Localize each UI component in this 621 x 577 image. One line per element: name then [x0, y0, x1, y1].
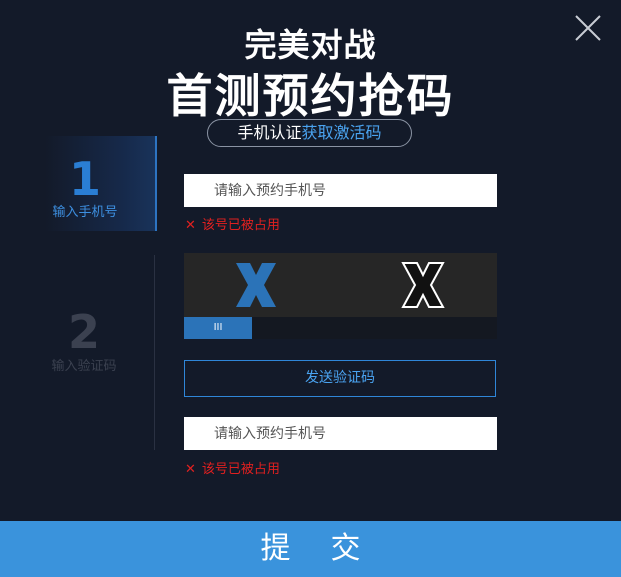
phone-input[interactable] — [184, 174, 497, 207]
step-1-number: 1 — [68, 152, 101, 206]
phone-error-text: 该号已被占用 — [201, 218, 280, 233]
code-input[interactable] — [184, 417, 497, 450]
captcha-slider-handle[interactable]: III — [184, 317, 252, 339]
submit-button[interactable]: 提交 — [0, 521, 621, 577]
step-2-label: 输入验证码 — [51, 359, 117, 374]
step-2-number: 2 — [67, 305, 100, 359]
subtitle-phone-auth: 手机认证 — [237, 123, 302, 142]
subtitle-get-code: 获取激活码 — [301, 123, 382, 142]
captcha-target-slot — [401, 262, 445, 308]
title-main: 首测预约抢码 — [166, 69, 455, 123]
code-error: ✕ 该号已被占用 — [185, 458, 280, 477]
captcha-puzzle-piece — [236, 263, 276, 307]
error-x-icon: ✕ — [185, 218, 196, 233]
step-1: 1 输入手机号 — [45, 136, 157, 231]
phone-error: ✕ 该号已被占用 — [185, 214, 280, 233]
subtitle-pill: 手机认证获取激活码 — [207, 119, 412, 147]
error-x-icon: ✕ — [185, 462, 196, 477]
send-code-button[interactable]: 发送验证码 — [184, 360, 496, 397]
step-2-divider — [154, 255, 155, 450]
slider-captcha: III — [184, 253, 497, 339]
code-error-text: 该号已被占用 — [201, 462, 280, 477]
step-1-label: 输入手机号 — [52, 205, 118, 220]
